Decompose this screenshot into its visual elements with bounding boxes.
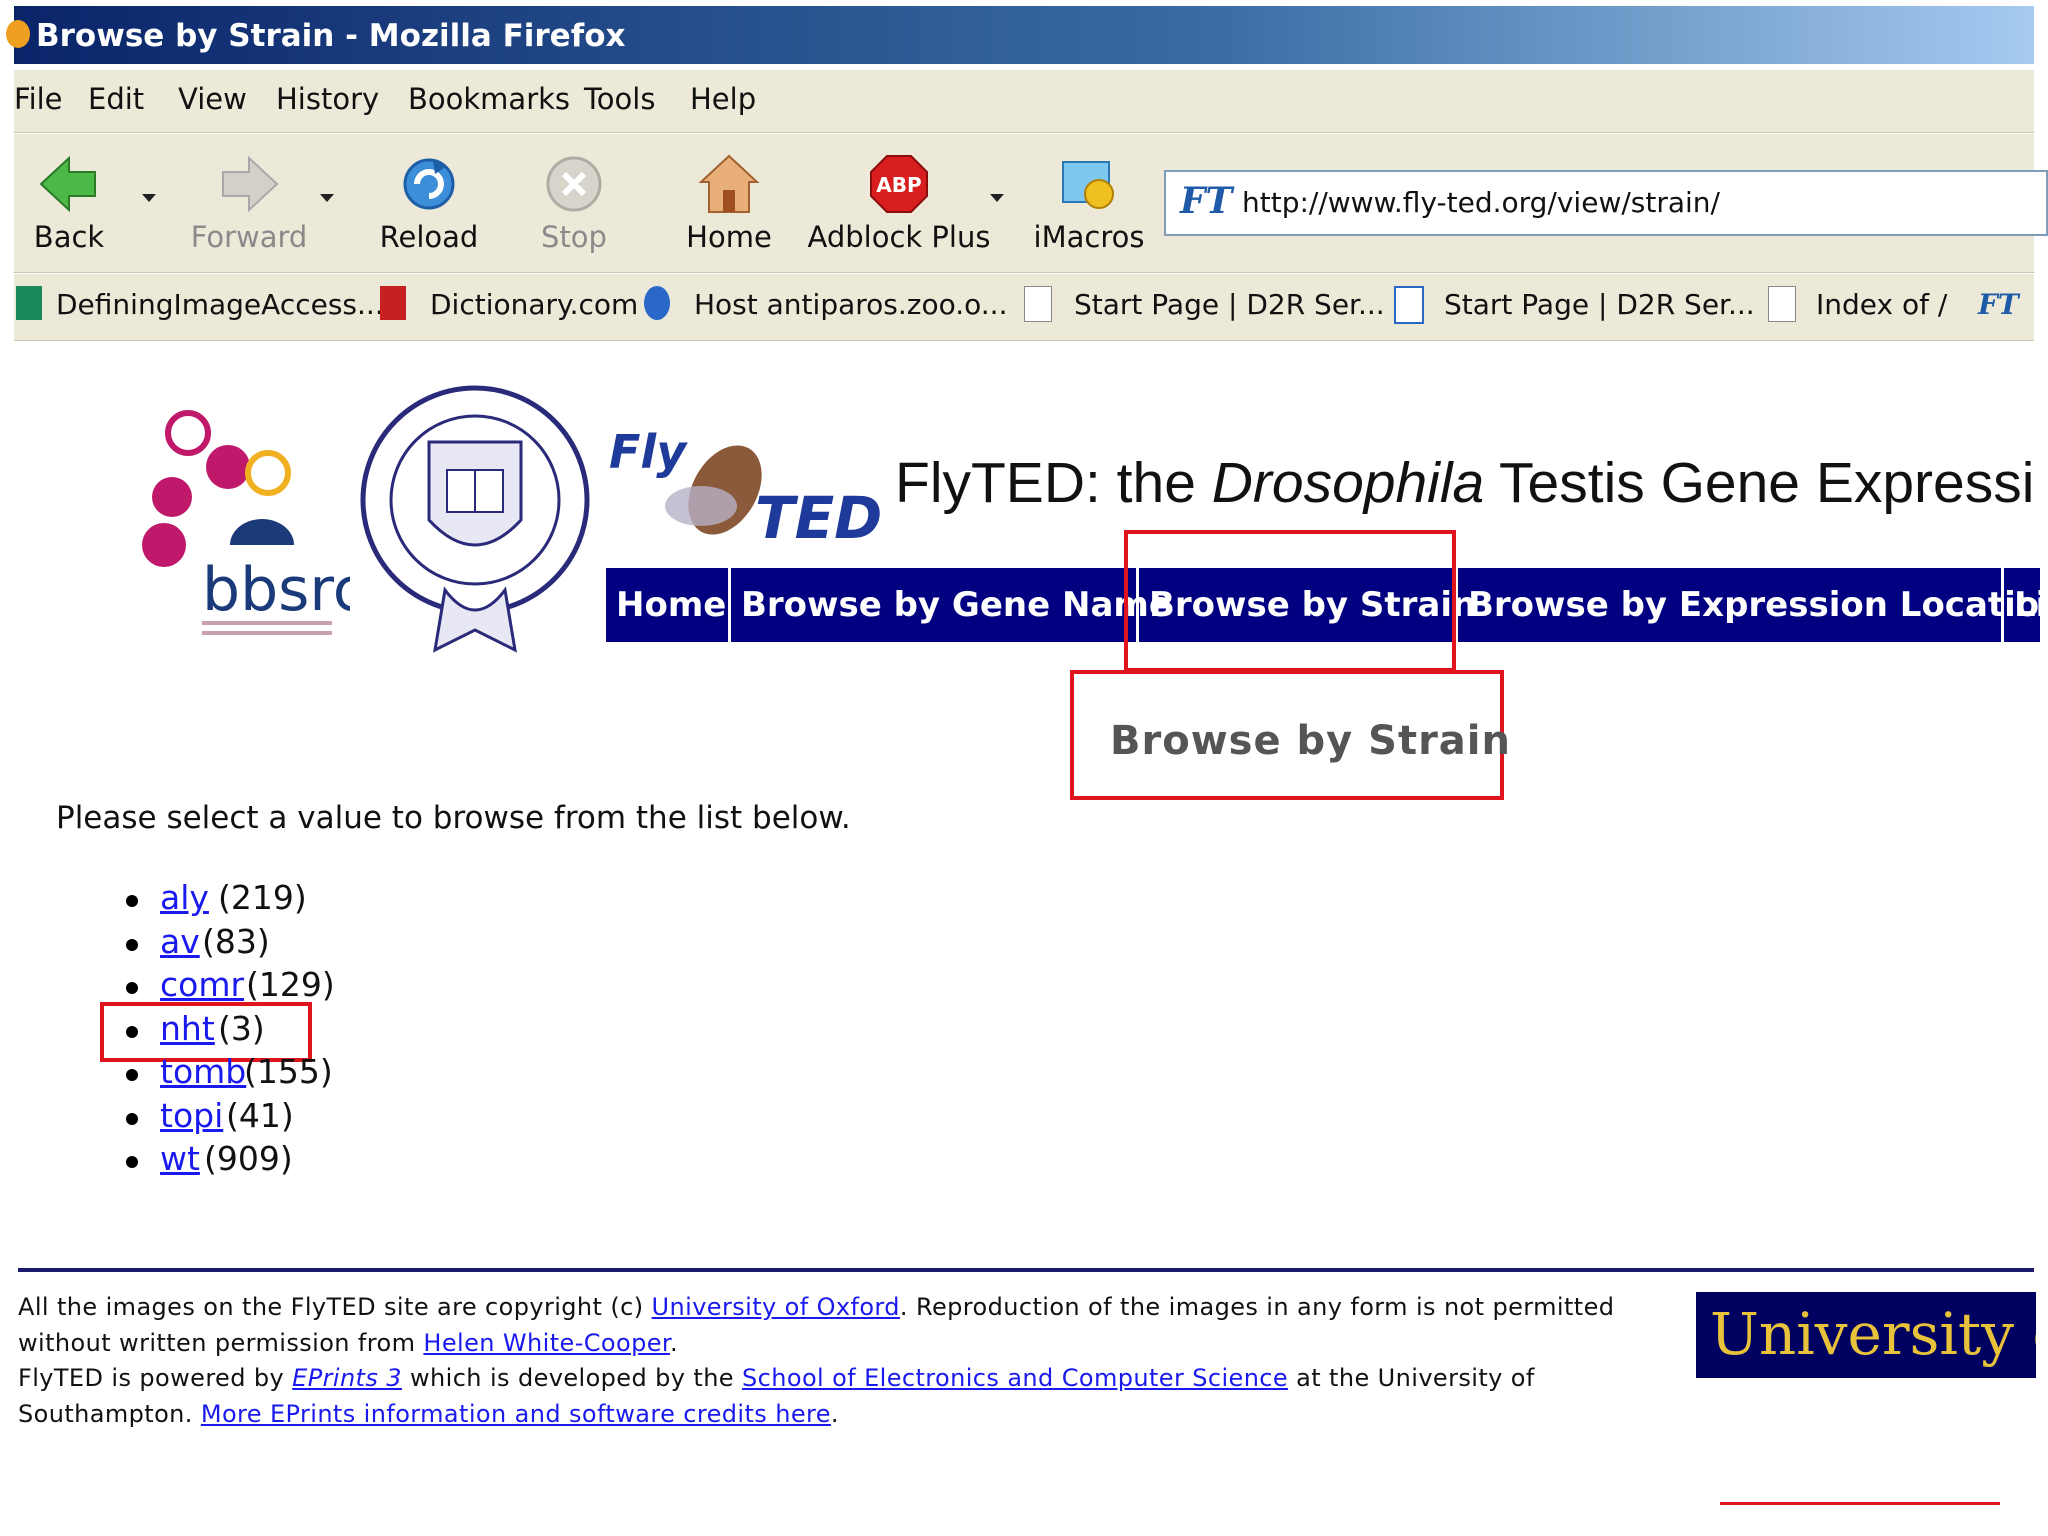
strain-link[interactable]: wt (160, 1139, 200, 1178)
reload-button[interactable]: Reload (364, 134, 494, 272)
bbsrc-logo: bbsrc (142, 410, 350, 635)
adblock-button[interactable]: ABP Adblock Plus (804, 134, 994, 272)
nav-browse-gene-name[interactable]: Browse by Gene Name (731, 568, 1172, 642)
strain-link[interactable]: nht (160, 1009, 215, 1048)
menubar: File Edit View History Bookmarks Tools H… (14, 70, 2034, 133)
bullet-icon (126, 1025, 138, 1038)
strain-count: (219) (218, 878, 307, 917)
back-arrow-icon (39, 155, 96, 213)
nav-more[interactable]: Li (2004, 568, 2040, 642)
stop-button[interactable]: Stop (514, 134, 634, 272)
page-heading: Browse by Strain (1110, 718, 1511, 764)
google-icon (1394, 286, 1424, 324)
dictionary-icon (380, 286, 406, 320)
bookmarks-toolbar: DefiningImageAccess... Dictionary.com Ho… (14, 274, 2034, 341)
bookmark-w-icon (16, 286, 42, 320)
adblock-dropdown-icon[interactable] (990, 194, 1004, 202)
menu-view[interactable]: View (178, 82, 247, 116)
strain-link[interactable]: aly (160, 878, 209, 917)
stop-icon (546, 156, 602, 212)
site-favicon-icon: FT (1180, 180, 1233, 222)
credits-link[interactable]: More EPrints information and software cr… (201, 1400, 831, 1428)
bbsrc-text: bbsrc (202, 555, 350, 625)
forward-label: Forward (190, 220, 308, 254)
oxford-link[interactable]: University of Oxford (652, 1293, 900, 1321)
url-bar[interactable]: FT http://www.fly-ted.org/view/strain/ (1164, 170, 2048, 236)
flyted-logo: Fly TED (609, 425, 882, 550)
strain-count: (155) (244, 1052, 333, 1091)
site-title: FlyTED: the Drosophila Testis Gene Expre… (895, 451, 2035, 515)
bullet-icon (126, 1069, 138, 1081)
menu-help[interactable]: Help (690, 82, 756, 116)
reload-label: Reload (379, 220, 479, 254)
menu-tools[interactable]: Tools (584, 82, 655, 116)
window-title: Browse by Strain - Mozilla Firefox (36, 18, 626, 54)
adblock-badge-text: ABP (876, 173, 921, 197)
oxford-crest-logo (360, 385, 590, 653)
home-button[interactable]: Home (664, 134, 794, 272)
imacros-button[interactable]: iMacros (1024, 134, 1154, 272)
bullet-icon (126, 1156, 138, 1168)
adblock-icon: ABP (870, 155, 928, 213)
site-favicon-icon[interactable]: FT (1978, 288, 2019, 321)
back-label: Back (33, 220, 105, 254)
bookmark-item[interactable]: Index of / (1816, 288, 1947, 321)
back-button[interactable]: Back (14, 134, 124, 272)
strain-link[interactable]: av (160, 922, 200, 961)
strain-count: (41) (226, 1095, 294, 1135)
url-input[interactable]: http://www.fly-ted.org/view/strain/ (1242, 186, 1720, 219)
strain-link[interactable]: comr (160, 965, 244, 1004)
imacros-label: iMacros (1033, 220, 1145, 254)
page-icon (1768, 286, 1796, 322)
forward-button[interactable]: Forward (174, 134, 324, 272)
bookmark-item[interactable]: DefiningImageAccess... (56, 288, 384, 321)
footer-text: All the images on the FlyTED site are co… (18, 1293, 1615, 1428)
home-icon (698, 154, 760, 213)
eprints-link[interactable]: EPrints 3 (292, 1364, 402, 1392)
forward-arrow-icon (222, 155, 279, 213)
footer-divider (18, 1268, 2034, 1272)
university-badge[interactable]: University of (1696, 1292, 2036, 1378)
strain-link[interactable]: topi (160, 1096, 223, 1135)
author-link[interactable]: Helen White-Cooper (423, 1329, 670, 1357)
globe-icon (644, 286, 670, 320)
window-titlebar: Browse by Strain - Mozilla Firefox (6, 6, 2034, 64)
flyted-logo-ted: TED (755, 484, 882, 550)
flyted-logo-fly: Fly (609, 425, 688, 479)
highlight-box (1124, 530, 1456, 672)
bookmark-item[interactable]: Start Page | D2R Ser... (1444, 288, 1755, 321)
intro-text: Please select a value to browse from the… (56, 800, 851, 836)
menu-history[interactable]: History (276, 82, 379, 116)
nav-browse-expression-location[interactable]: Browse by Expression Location (1458, 568, 2040, 642)
bullet-icon (126, 1112, 138, 1125)
reload-icon (403, 158, 455, 210)
bookmark-item[interactable]: Host antiparos.zoo.o... (694, 288, 1007, 321)
stop-label: Stop (541, 220, 607, 254)
strain-count: (83) (202, 921, 270, 961)
bullet-icon (126, 982, 138, 994)
menu-file[interactable]: File (14, 82, 63, 116)
strain-count: (129) (246, 965, 335, 1004)
page-icon (1024, 286, 1052, 322)
bullet-icon (126, 938, 138, 951)
bookmark-item[interactable]: Dictionary.com (430, 288, 638, 321)
forward-dropdown-icon[interactable] (320, 194, 334, 202)
imacros-icon (1062, 161, 1114, 209)
menu-edit[interactable]: Edit (88, 82, 144, 116)
strain-link[interactable]: tomb (160, 1052, 246, 1091)
firefox-icon (6, 20, 30, 48)
strain-count: (909) (204, 1139, 293, 1178)
navigation-toolbar: Back Forward Reload Stop Home ABP Adbloc… (14, 134, 2048, 273)
nav-home[interactable]: Home (606, 568, 731, 642)
highlight-line (1720, 1502, 2000, 1505)
bookmark-item[interactable]: Start Page | D2R Ser... (1074, 288, 1385, 321)
bullet-icon (126, 895, 138, 907)
strain-count: (3) (218, 1008, 265, 1048)
home-label: Home (686, 220, 772, 254)
back-dropdown-icon[interactable] (142, 194, 156, 202)
adblock-label: Adblock Plus (807, 220, 991, 254)
ecs-link[interactable]: School of Electronics and Computer Scien… (742, 1364, 1288, 1392)
menu-bookmarks[interactable]: Bookmarks (408, 82, 570, 116)
